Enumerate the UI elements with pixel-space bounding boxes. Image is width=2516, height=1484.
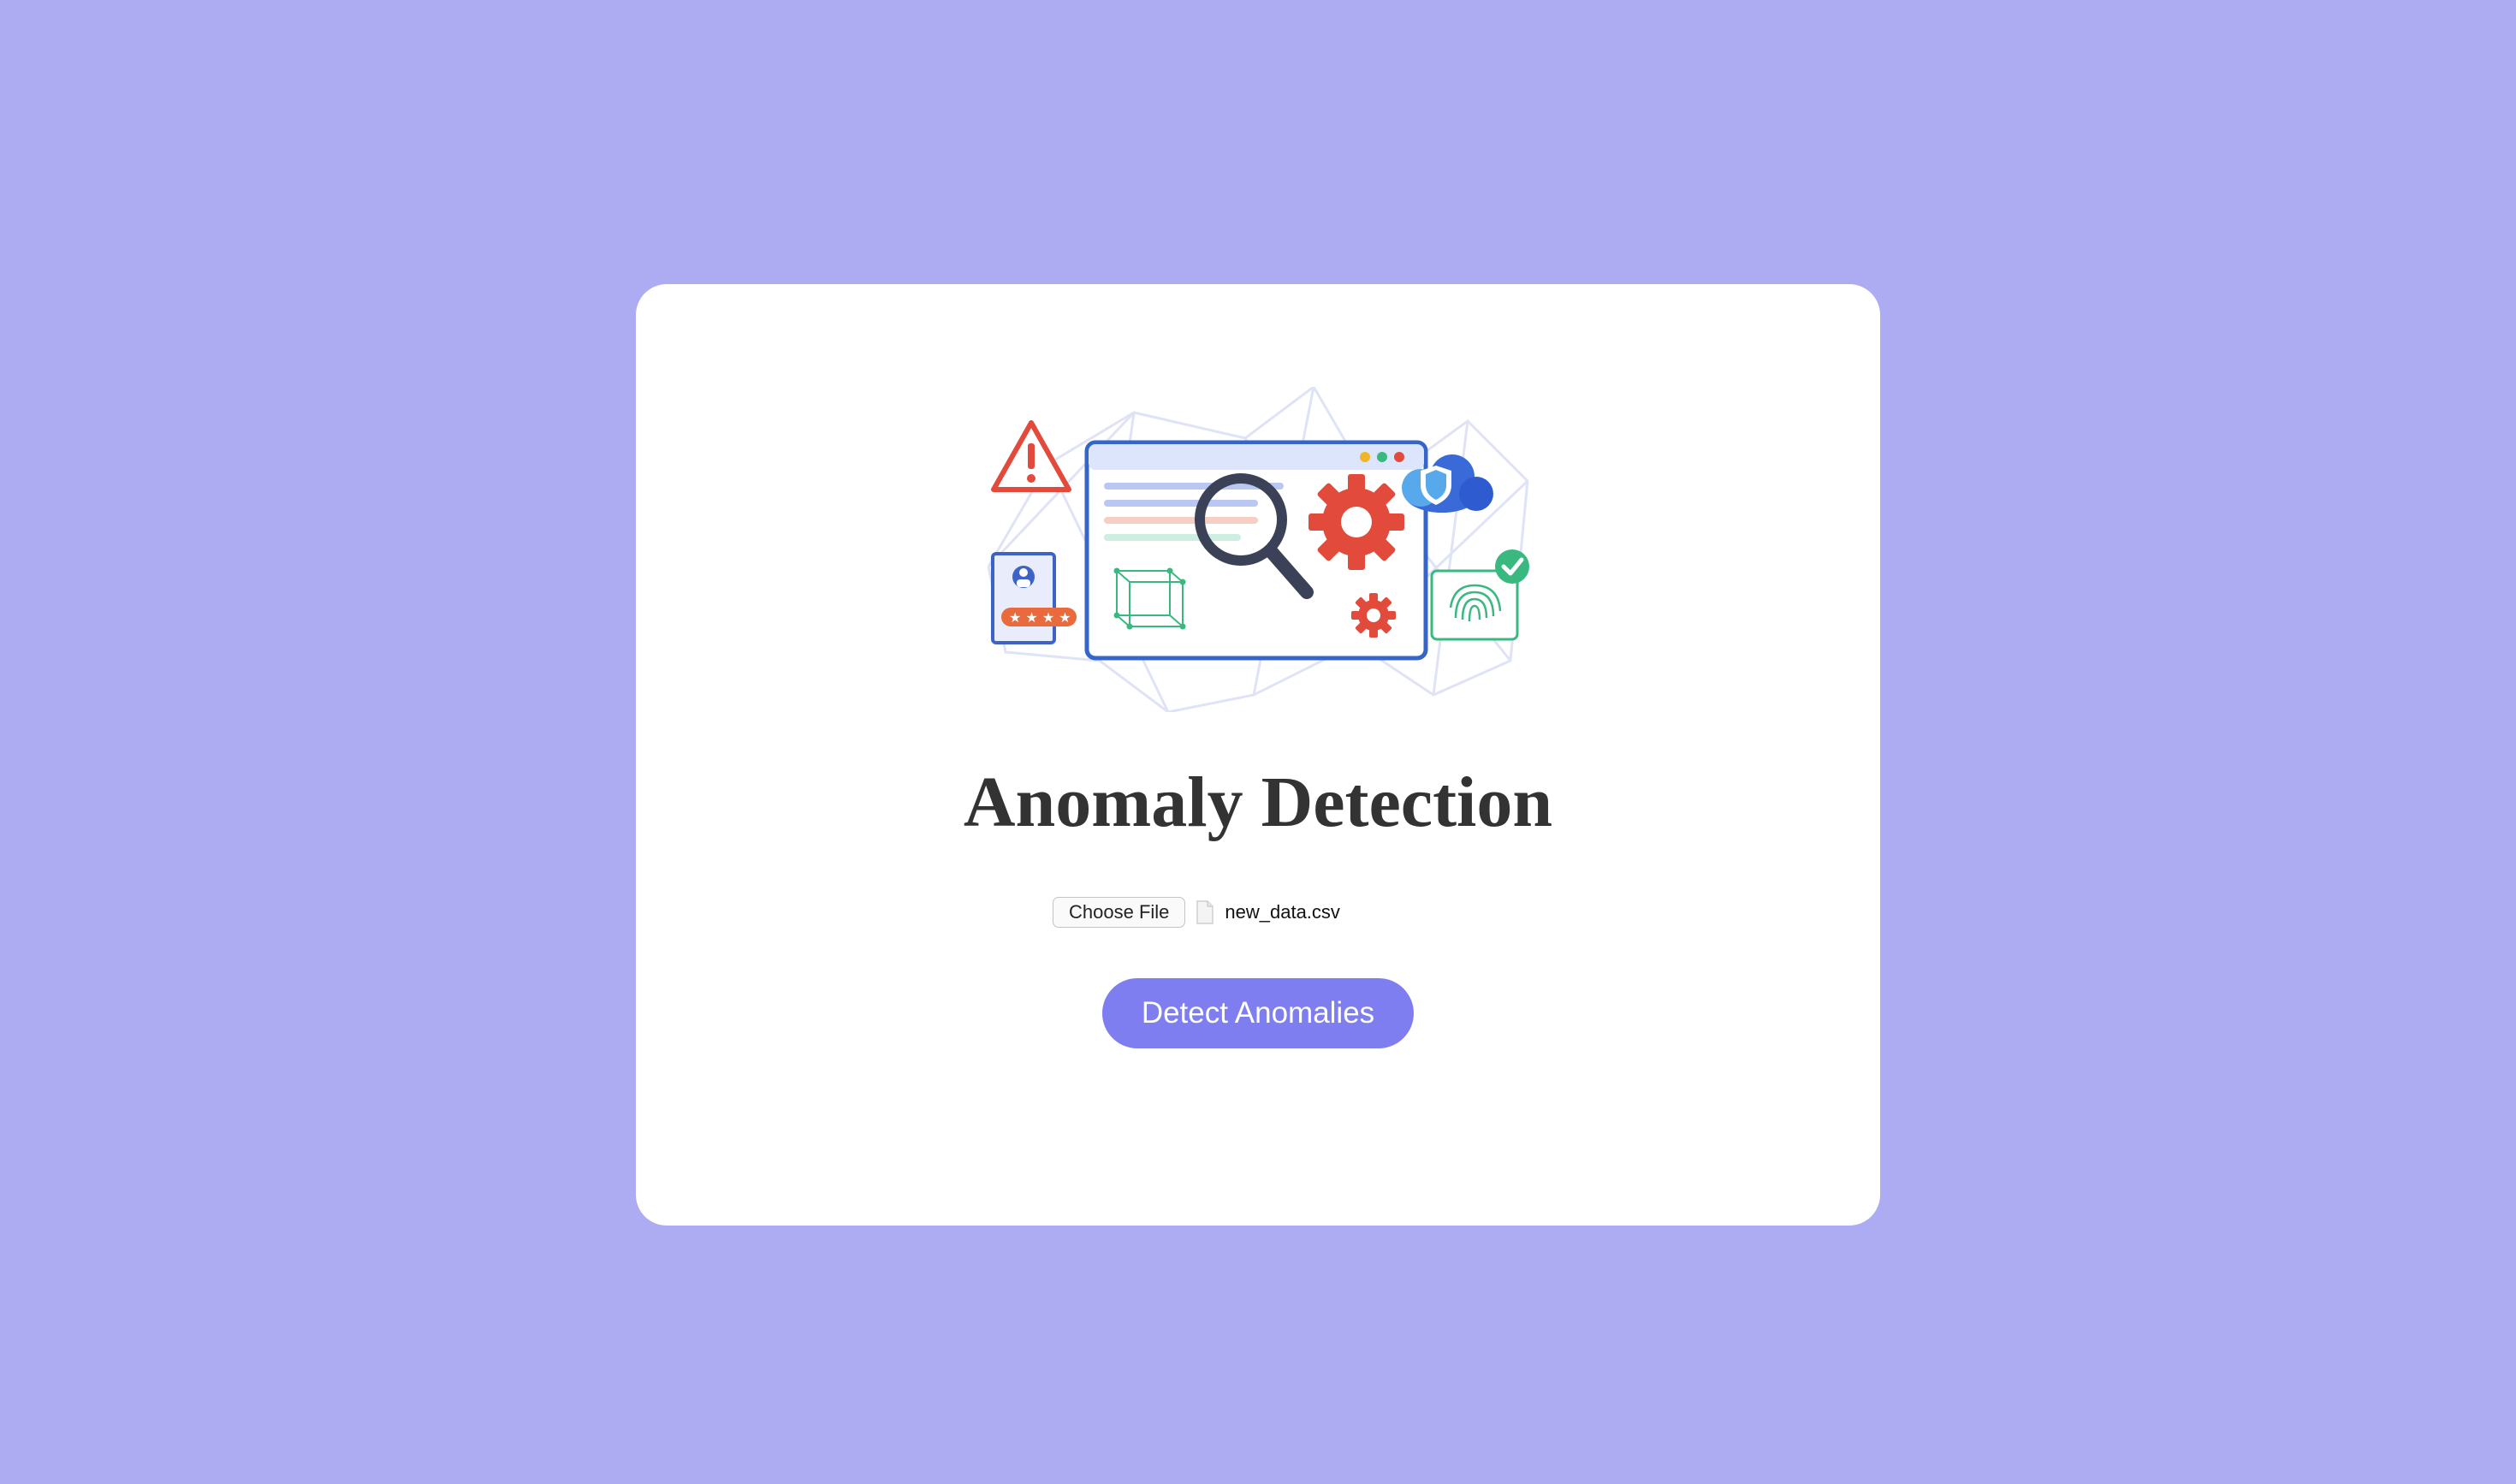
small-gear-icon [1351,593,1396,638]
file-input[interactable]: Choose File new_data.csv [1053,896,1340,929]
selected-file-name: new_data.csv [1225,901,1340,923]
detect-anomalies-button[interactable]: Detect Anomalies [1102,978,1414,1048]
warning-icon [991,420,1071,492]
user-profile-icon: ★ ★ ★ ★ [991,552,1077,644]
main-card: ★ ★ ★ ★ Anomaly Detection Choose File ne… [636,284,1880,1226]
gear-icon [1308,474,1404,570]
page-title: Anomaly Detection [963,763,1553,842]
choose-file-button[interactable]: Choose File [1053,897,1186,928]
svg-text:★ ★ ★ ★: ★ ★ ★ ★ [1009,609,1071,626]
fingerprint-verified-icon [1430,549,1529,641]
file-icon [1196,900,1214,924]
anomaly-detection-illustration: ★ ★ ★ ★ [987,387,1529,712]
